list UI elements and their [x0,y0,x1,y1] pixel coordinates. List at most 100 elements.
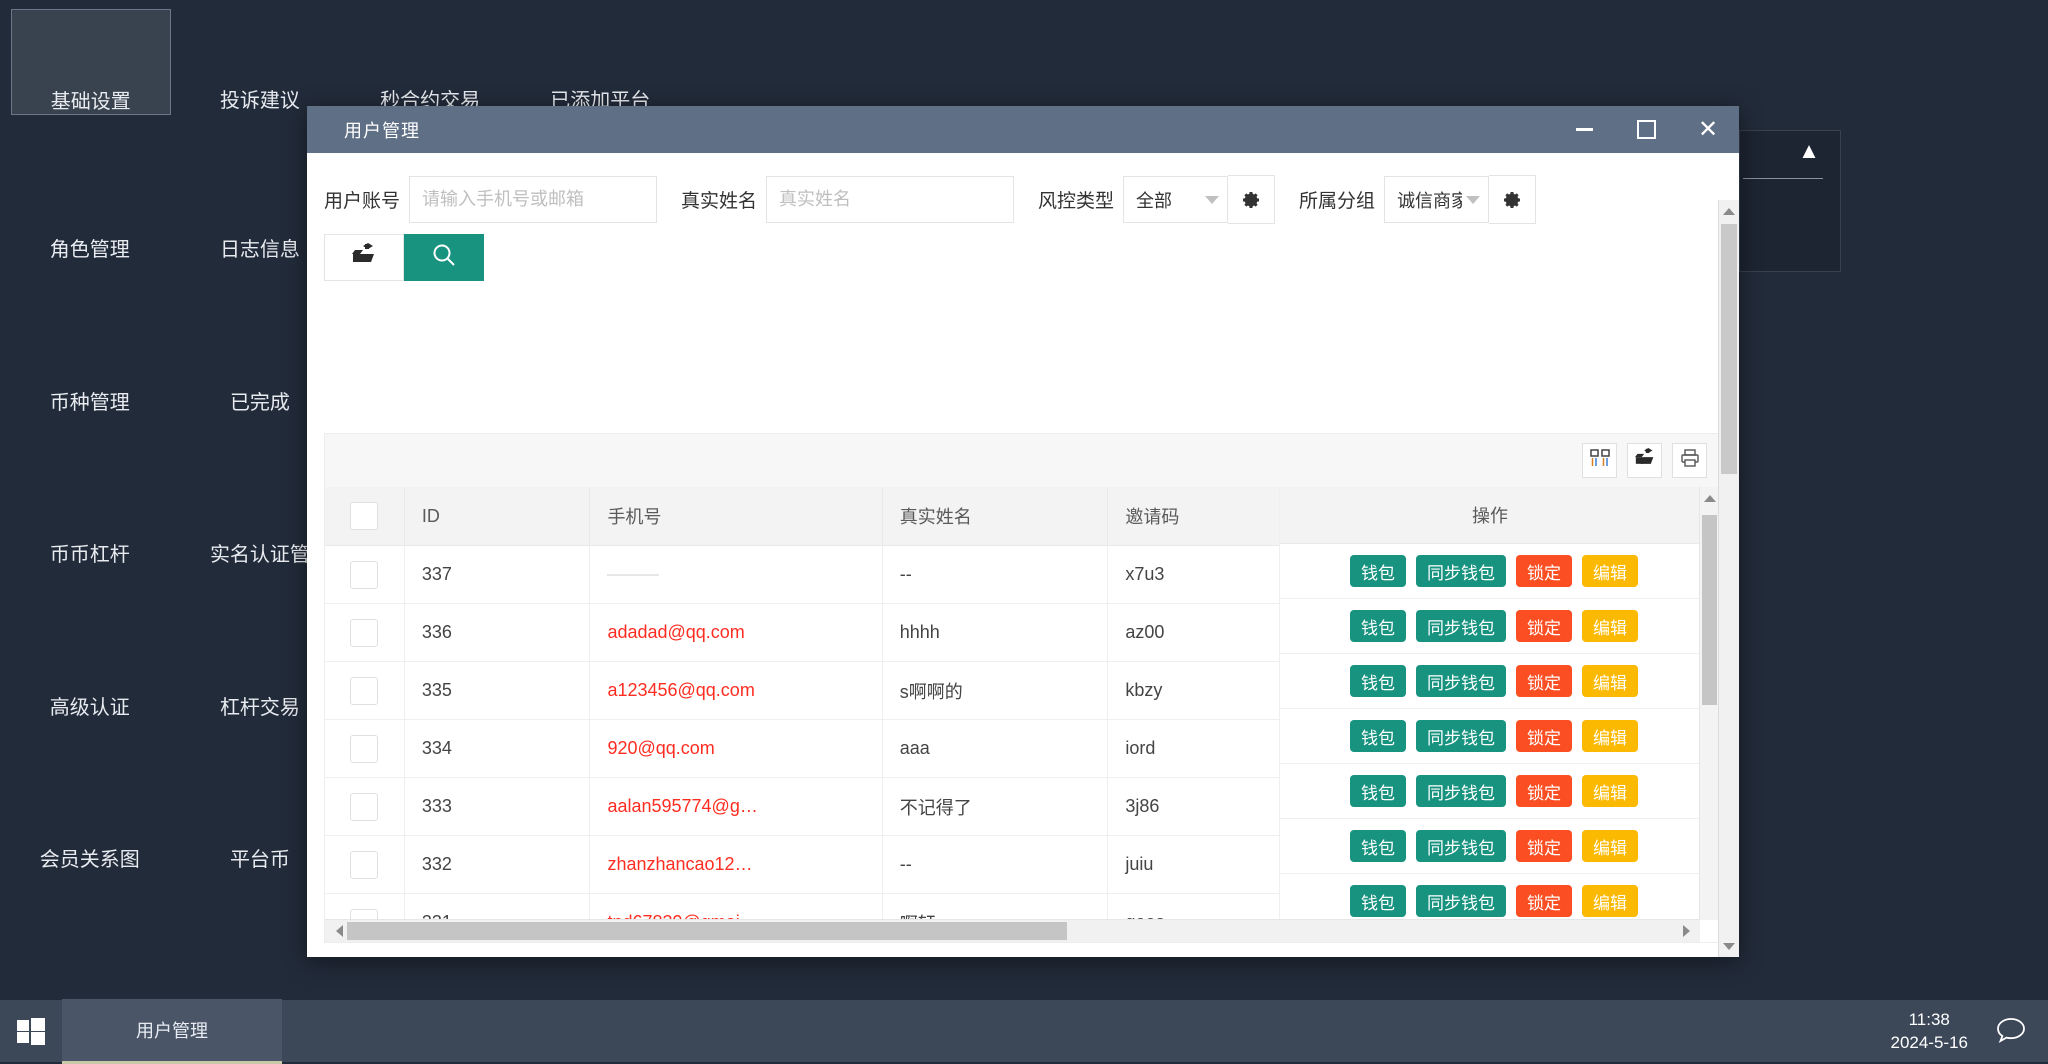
window-scroll-up-arrow[interactable] [1719,200,1739,222]
op-button-lock[interactable]: 锁定 [1516,720,1572,752]
row-checkbox-cell[interactable] [325,778,404,836]
op-button-lock[interactable]: 锁定 [1516,885,1572,917]
window-body: 用户账号 真实姓名 风控类型 全部 [307,153,1739,957]
desktop: 基础设置投诉建议秒合约交易已添加平台角色管理日志信息币币交易后台管理员币种管理已… [0,0,2048,1062]
row-checkbox[interactable] [350,735,378,763]
column-header-3[interactable]: 真实姓名 [882,487,1108,546]
op-button-sync[interactable]: 同步钱包 [1416,885,1506,917]
close-button[interactable]: ✕ [1677,106,1739,153]
account-input[interactable] [409,176,657,223]
chevron-up-icon[interactable]: ▲ [1796,138,1822,164]
op-button-lock[interactable]: 锁定 [1516,555,1572,587]
clock-date: 2024-5-16 [1890,1031,1968,1054]
group-label: 所属分组 [1299,186,1375,213]
table-vertical-scrollbar[interactable] [1699,487,1720,920]
op-button-sync[interactable]: 同步钱包 [1416,720,1506,752]
row-checkbox[interactable] [350,677,378,705]
op-button-wallet[interactable]: 钱包 [1350,775,1406,807]
column-header-2[interactable]: 手机号 [590,487,882,546]
op-button-lock[interactable]: 锁定 [1516,775,1572,807]
group-select[interactable]: 诚信商家 [1384,176,1489,223]
menu-tile-5[interactable]: 角色管理 [11,158,169,262]
window-scroll-thumb[interactable] [1721,224,1737,474]
scroll-up-arrow[interactable] [1700,487,1720,509]
menu-tile-1[interactable]: 基础设置 [11,9,171,115]
op-button-edit[interactable]: 编辑 [1582,830,1638,862]
scroll-left-arrow[interactable] [325,920,347,942]
system-tray: 11:38 2024-5-16 [1890,1008,2048,1054]
op-button-wallet[interactable]: 钱包 [1350,610,1406,642]
op-button-lock[interactable]: 锁定 [1516,610,1572,642]
op-button-edit[interactable]: 编辑 [1582,665,1638,697]
row-checkbox[interactable] [350,561,378,589]
operations-column: 操作 钱包同步钱包锁定编辑钱包同步钱包锁定编辑钱包同步钱包锁定编辑钱包同步钱包锁… [1279,487,1700,942]
menu-tile-4[interactable]: 已添加平台 [521,9,679,113]
start-button[interactable] [0,1000,62,1062]
column-header-4[interactable]: 邀请码 [1108,487,1307,546]
row-checkbox-cell[interactable] [325,604,404,662]
maximize-button[interactable] [1615,106,1677,153]
row-checkbox[interactable] [350,851,378,879]
op-button-edit[interactable]: 编辑 [1582,775,1638,807]
op-button-wallet[interactable]: 钱包 [1350,885,1406,917]
chat-bubble-icon[interactable] [1994,1016,2028,1046]
op-button-lock[interactable]: 锁定 [1516,665,1572,697]
window-titlebar: 用户管理 ✕ [307,106,1739,153]
menu-tile-13[interactable]: 币币杠杆 [11,463,169,567]
op-button-sync[interactable]: 同步钱包 [1416,555,1506,587]
table-export-button[interactable] [1627,443,1662,478]
row-checkbox-cell[interactable] [325,662,404,720]
column-header-1[interactable]: ID [404,487,590,546]
op-button-sync[interactable]: 同步钱包 [1416,830,1506,862]
taskbar-item-user-management[interactable]: 用户管理 [62,999,282,1064]
menu-tile-2[interactable]: 投诉建议 [181,9,339,113]
op-button-sync[interactable]: 同步钱包 [1416,665,1506,697]
row-checkbox[interactable] [350,619,378,647]
table-horizontal-scrollbar[interactable] [325,919,1700,942]
op-button-edit[interactable]: 编辑 [1582,885,1638,917]
op-button-edit[interactable]: 编辑 [1582,555,1638,587]
cell-id: 336 [404,604,590,662]
menu-tile-9[interactable]: 币种管理 [11,311,169,415]
op-button-lock[interactable]: 锁定 [1516,830,1572,862]
op-button-wallet[interactable]: 钱包 [1350,555,1406,587]
op-button-sync[interactable]: 同步钱包 [1416,775,1506,807]
op-button-wallet[interactable]: 钱包 [1350,720,1406,752]
group-settings-button[interactable] [1489,175,1536,224]
vertical-scroll-thumb[interactable] [1702,515,1717,705]
row-checkbox-cell[interactable] [325,720,404,778]
window-title: 用户管理 [307,117,420,143]
op-button-sync[interactable]: 同步钱包 [1416,610,1506,642]
menu-tile-label: 会员关系图 [11,843,169,872]
print-button[interactable] [1672,443,1707,478]
select-all-checkbox[interactable] [350,502,378,530]
row-checkbox[interactable] [350,793,378,821]
row-checkbox-cell[interactable] [325,836,404,894]
menu-tile-3[interactable]: 秒合约交易 [351,9,509,113]
op-button-edit[interactable]: 编辑 [1582,610,1638,642]
cell-phone: adadad@qq.com [590,604,882,662]
clock[interactable]: 11:38 2024-5-16 [1890,1008,1968,1054]
menu-tile-21[interactable]: 会员关系图 [11,768,169,872]
menu-tile-17[interactable]: 高级认证 [11,616,169,720]
risk-type-select[interactable]: 全部 [1123,176,1228,223]
window-scroll-down-arrow[interactable] [1719,935,1739,957]
minimize-button[interactable] [1553,106,1615,153]
op-button-wallet[interactable]: 钱包 [1350,830,1406,862]
realname-input[interactable] [766,176,1014,223]
column-header-0[interactable] [325,487,404,546]
export-button[interactable] [324,234,404,281]
row-checkbox-cell[interactable] [325,546,404,604]
scroll-right-arrow[interactable] [1678,920,1700,942]
risk-type-settings-button[interactable] [1228,175,1275,224]
horizontal-scroll-thumb[interactable] [347,922,1067,940]
cell-phone-value: zhanzhancao12… [607,854,752,874]
op-button-wallet[interactable]: 钱包 [1350,665,1406,697]
op-button-edit[interactable]: 编辑 [1582,720,1638,752]
columns-toggle-button[interactable] [1582,443,1617,478]
windows-logo-icon [17,1018,45,1045]
search-button[interactable] [404,234,484,281]
window-vertical-scrollbar[interactable] [1718,200,1739,957]
operations-row: 钱包同步钱包锁定编辑 [1280,709,1700,764]
search-icon [431,242,457,273]
